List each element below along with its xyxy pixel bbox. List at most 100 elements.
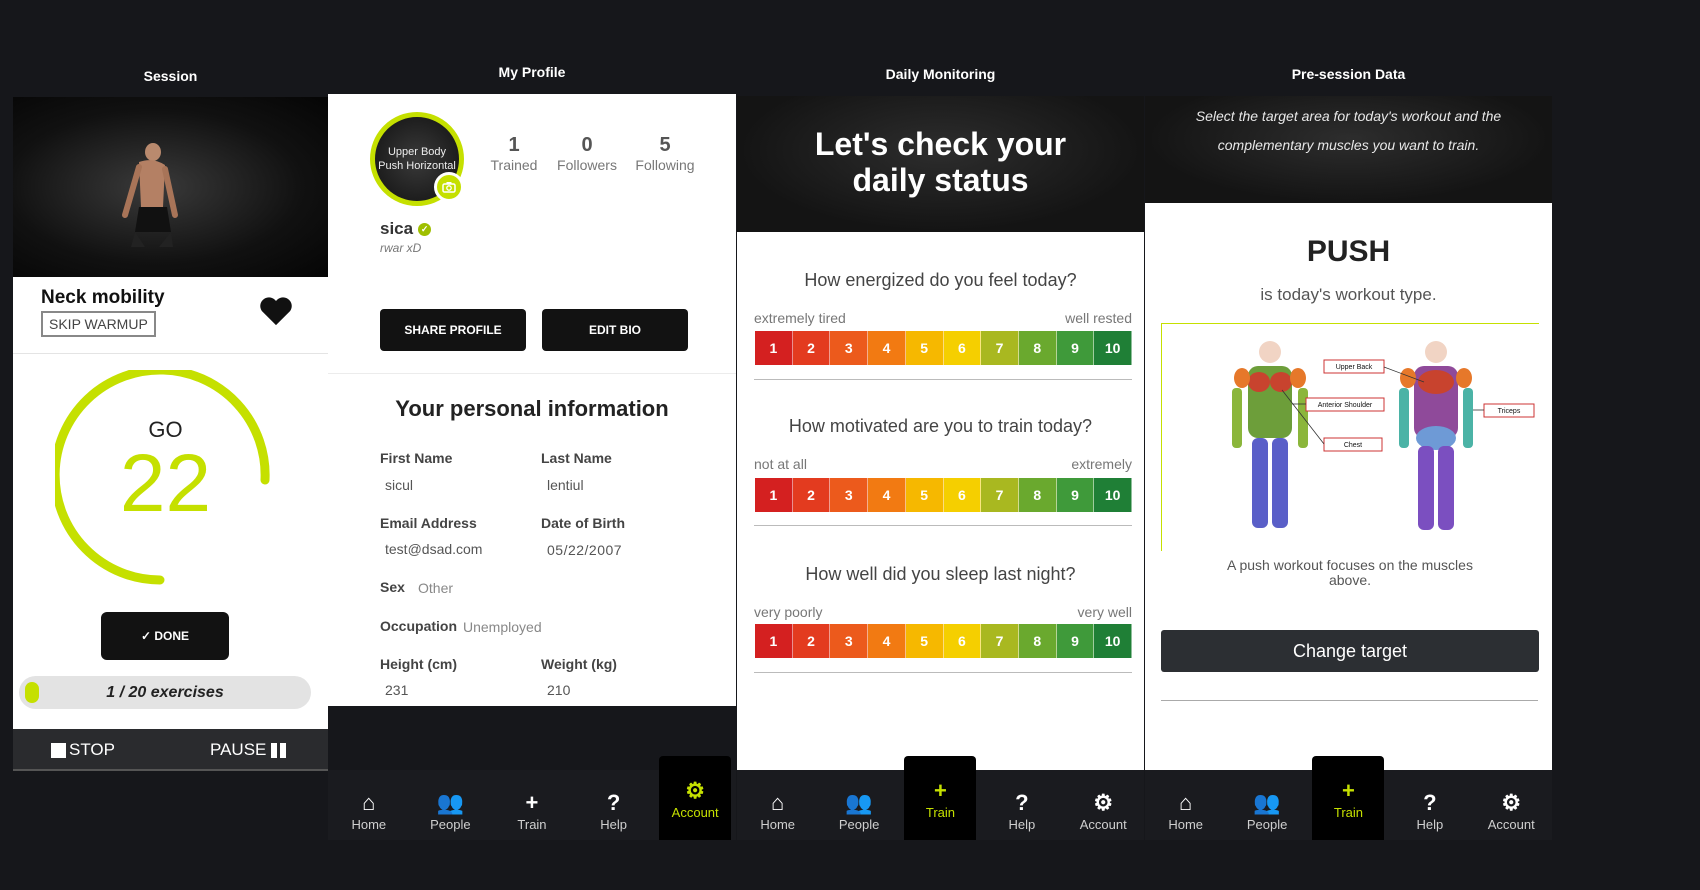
rating-5-button[interactable]: 5 <box>905 478 944 512</box>
rating-6-button[interactable]: 6 <box>943 331 982 365</box>
rating-5-button[interactable]: 5 <box>905 624 944 658</box>
energy-scale[interactable]: 1 2 3 4 5 6 7 8 9 10 <box>755 331 1133 365</box>
rating-1-button[interactable]: 1 <box>755 624 793 658</box>
nav-home[interactable]: ⌂ Home <box>742 789 814 832</box>
rating-2-button[interactable]: 2 <box>792 478 831 512</box>
change-photo-camera-icon[interactable] <box>434 172 464 202</box>
rating-1-button[interactable]: 1 <box>755 478 793 512</box>
done-button[interactable]: ✓ DONE <box>101 612 229 660</box>
sex-field[interactable]: Other <box>418 580 453 596</box>
nav-help[interactable]: ? Help <box>1394 789 1466 832</box>
nav-home[interactable]: ⌂ Home <box>1150 789 1222 832</box>
stop-button[interactable]: STOP <box>51 740 115 760</box>
motivation-scale[interactable]: 1 2 3 4 5 6 7 8 9 10 <box>755 478 1133 512</box>
muscle-map-icon: Upper Back Anterior Shoulder Chest Trice… <box>1232 341 1535 530</box>
rating-9-button[interactable]: 9 <box>1056 331 1095 365</box>
nav-account[interactable]: ⚙ Account <box>659 756 732 840</box>
monitoring-body: How energized do you feel today? extreme… <box>737 232 1144 772</box>
weight-field[interactable]: 210 <box>547 682 570 698</box>
home-icon: ⌂ <box>362 790 376 815</box>
change-target-button[interactable]: Change target <box>1161 630 1539 672</box>
help-icon: ? <box>1423 790 1437 815</box>
last-name-field[interactable]: lentiul <box>547 477 584 493</box>
people-icon: 👥 <box>436 790 465 815</box>
monitoring-bottom-nav: ⌂ Home 👥 People + Train ? Help ⚙ Account <box>737 756 1144 840</box>
rating-4-button[interactable]: 4 <box>868 331 906 365</box>
height-field[interactable]: 231 <box>385 682 408 698</box>
occupation-field[interactable]: Unemployed <box>463 619 542 635</box>
nav-train[interactable]: + Train <box>496 789 568 832</box>
presession-header: Pre-session Data <box>1291 66 1406 82</box>
nav-help[interactable]: ? Help <box>986 789 1058 832</box>
rating-9-button[interactable]: 9 <box>1056 478 1095 512</box>
nav-home[interactable]: ⌂ Home <box>333 789 405 832</box>
rating-3-button[interactable]: 3 <box>830 478 869 512</box>
profile-body: Upper Body Push Horizontal 1 Trained 0 F… <box>328 94 736 706</box>
nav-help[interactable]: ? Help <box>578 789 650 832</box>
rating-8-button[interactable]: 8 <box>1018 624 1057 658</box>
athlete-figure-icon <box>122 143 178 247</box>
session-screen: Session Neck mobility SKIP WARMUP GO 22 … <box>13 60 328 840</box>
rating-8-button[interactable]: 8 <box>1018 478 1057 512</box>
dob-field[interactable]: 05/22/2007 <box>547 542 622 558</box>
rating-7-button[interactable]: 7 <box>981 478 1019 512</box>
email-field[interactable]: test@dsad.com <box>385 541 482 557</box>
nav-account[interactable]: ⚙ Account <box>1067 789 1139 832</box>
rating-3-button[interactable]: 3 <box>830 624 869 658</box>
energy-low-label: extremely tired <box>754 310 846 326</box>
first-name-field[interactable]: sicul <box>385 477 413 493</box>
rating-9-button[interactable]: 9 <box>1056 624 1095 658</box>
rating-10-button[interactable]: 10 <box>1094 624 1133 658</box>
nav-people[interactable]: 👥 People <box>414 789 486 832</box>
rating-7-button[interactable]: 7 <box>981 331 1019 365</box>
rating-5-button[interactable]: 5 <box>905 331 944 365</box>
rating-4-button[interactable]: 4 <box>868 478 906 512</box>
nav-people[interactable]: 👥 People <box>1231 789 1303 832</box>
rating-2-button[interactable]: 2 <box>792 331 831 365</box>
profile-screen: My Profile Upper Body Push Horizontal 1 … <box>328 60 736 840</box>
rating-6-button[interactable]: 6 <box>943 478 982 512</box>
monitoring-screen: Daily Monitoring Let's check your daily … <box>737 60 1144 840</box>
rating-10-button[interactable]: 10 <box>1094 478 1133 512</box>
pause-button[interactable]: PAUSE <box>210 740 287 760</box>
rating-6-button[interactable]: 6 <box>943 624 982 658</box>
edit-bio-button[interactable]: EDIT BIO <box>542 309 688 351</box>
monitoring-hero: Let's check your daily status <box>737 96 1144 232</box>
gear-icon: ⚙ <box>1093 790 1114 815</box>
last-name-label: Last Name <box>541 450 612 466</box>
countdown-number: 22 <box>119 438 212 529</box>
energy-question: How energized do you feel today? <box>804 270 1077 290</box>
muscle-map-frame[interactable]: Upper Back Anterior Shoulder Chest Trice… <box>1161 323 1539 551</box>
rating-2-button[interactable]: 2 <box>792 624 831 658</box>
workout-type: PUSH <box>1306 235 1391 268</box>
rating-7-button[interactable]: 7 <box>981 624 1019 658</box>
nav-account[interactable]: ⚙ Account <box>1475 789 1547 832</box>
occupation-label: Occupation <box>380 618 458 634</box>
rating-10-button[interactable]: 10 <box>1094 331 1133 365</box>
stop-icon <box>51 742 66 758</box>
stat-followers[interactable]: 0 Followers <box>552 134 622 173</box>
workout-caption: A push workout focuses on the muscles ab… <box>1227 557 1473 588</box>
rating-3-button[interactable]: 3 <box>830 331 869 365</box>
gear-icon: ⚙ <box>685 777 706 803</box>
home-icon: ⌂ <box>1179 790 1193 815</box>
rating-4-button[interactable]: 4 <box>868 624 906 658</box>
profile-bottom-nav: ⌂ Home 👥 People + Train ? Help ⚙ Account <box>328 756 736 840</box>
favorite-heart-icon[interactable] <box>259 295 293 332</box>
nav-people[interactable]: 👥 People <box>823 789 895 832</box>
nav-train[interactable]: + Train <box>1312 756 1385 840</box>
pause-icon <box>271 742 278 758</box>
nav-train[interactable]: + Train <box>904 756 977 840</box>
stat-following[interactable]: 5 Following <box>630 134 700 173</box>
rating-8-button[interactable]: 8 <box>1018 331 1057 365</box>
user-bio: rwar xD <box>380 241 422 255</box>
plus-icon: + <box>525 790 539 815</box>
motivation-question: How motivated are you to train today? <box>788 416 1093 436</box>
sleep-scale[interactable]: 1 2 3 4 5 6 7 8 9 10 <box>755 624 1133 658</box>
skip-warmup-button[interactable]: SKIP WARMUP <box>41 311 156 337</box>
stat-trained[interactable]: 1 Trained <box>484 134 544 173</box>
share-profile-button[interactable]: SHARE PROFILE <box>380 309 526 351</box>
presession-bottom-nav: ⌂ Home 👥 People + Train ? Help ⚙ Account <box>1145 756 1552 840</box>
rating-1-button[interactable]: 1 <box>755 331 793 365</box>
weight-label: Weight (kg) <box>541 656 617 672</box>
